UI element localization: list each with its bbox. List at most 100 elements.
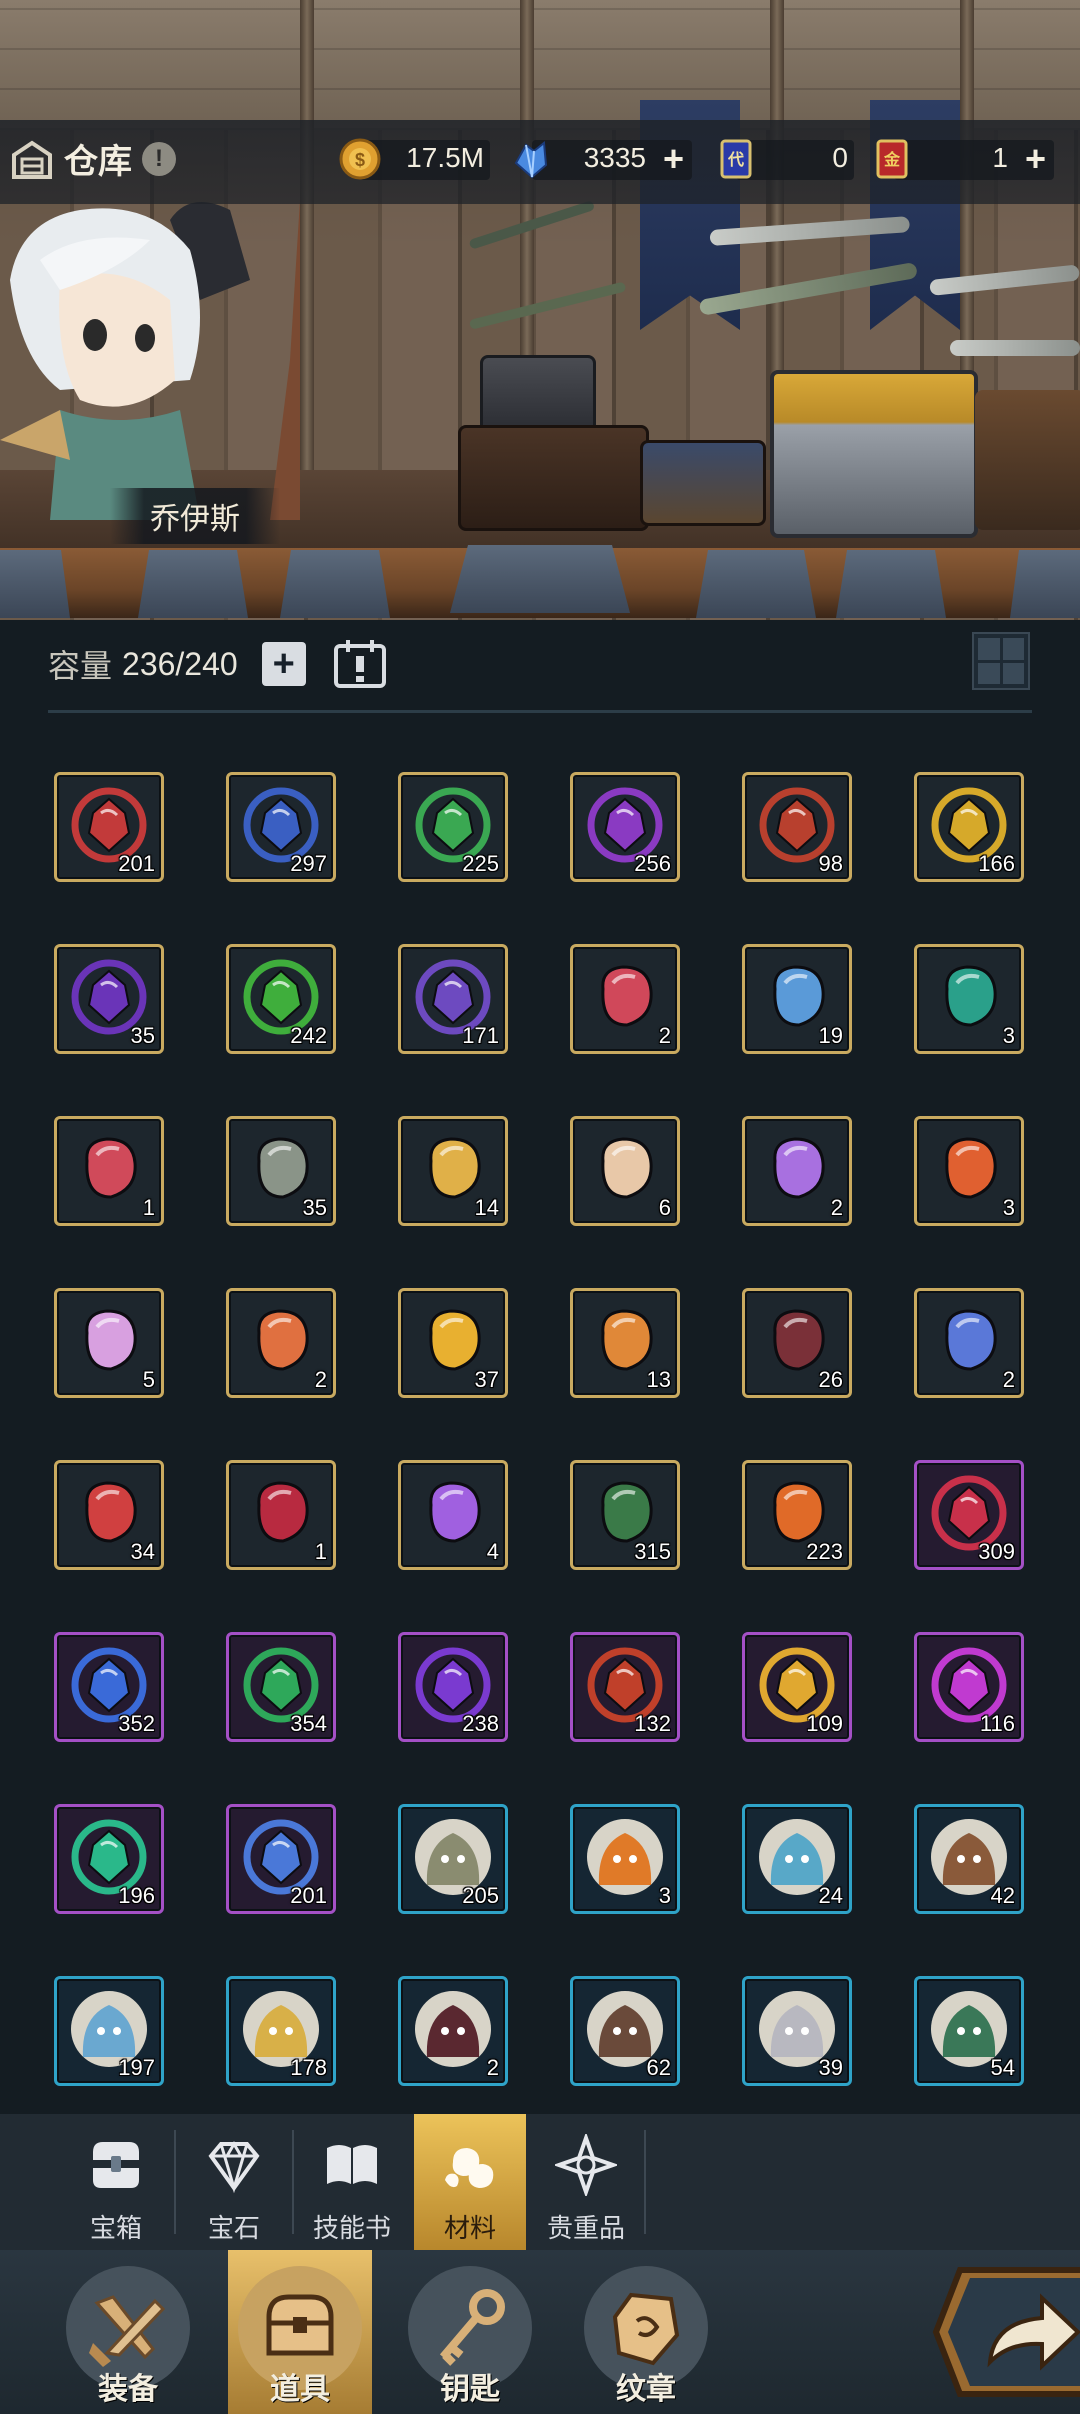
item-count: 297	[290, 851, 327, 876]
item-count: 14	[474, 1195, 499, 1220]
item-count: 166	[978, 851, 1015, 876]
share-arrow-icon[interactable]	[930, 2262, 1080, 2402]
blue-card-icon: 代	[720, 139, 752, 179]
inventory-item[interactable]: 42	[914, 1804, 1024, 1914]
item-count: 35	[302, 1195, 327, 1220]
shelf-bracket	[138, 550, 248, 618]
tab-materials[interactable]: 材料	[414, 2114, 526, 2250]
shelf-bracket	[0, 550, 70, 618]
inventory-item[interactable]: 166	[914, 772, 1024, 882]
inventory-item[interactable]: 2	[914, 1288, 1024, 1398]
inventory-item[interactable]: 34	[54, 1460, 164, 1570]
tab-skill-book[interactable]: 技能书	[296, 2114, 408, 2250]
nav-keys[interactable]: 钥匙	[398, 2250, 542, 2414]
inventory-item[interactable]: 309	[914, 1460, 1024, 1570]
inventory-item[interactable]: 109	[742, 1632, 852, 1742]
item-count: 5	[142, 1367, 155, 1392]
teal-orb-icon	[945, 965, 997, 1027]
inventory-item[interactable]: 39	[742, 1976, 852, 2086]
item-count: 62	[646, 2055, 671, 2080]
inventory-item[interactable]: 201	[54, 772, 164, 882]
inventory-item[interactable]: 24	[742, 1804, 852, 1914]
inventory-item[interactable]: 13	[570, 1288, 680, 1398]
key-icon	[439, 2289, 505, 2366]
inventory-item[interactable]: 315	[570, 1460, 680, 1570]
hero-name-label: 乔伊斯	[110, 488, 280, 544]
tab-gem[interactable]: 宝石	[178, 2114, 290, 2250]
inventory-item[interactable]: 14	[398, 1116, 508, 1226]
inventory-item[interactable]: 3	[914, 1116, 1024, 1226]
tab-skill-book-label: 技能书	[312, 2213, 391, 2243]
inventory-item[interactable]: 352	[54, 1632, 164, 1742]
divider	[48, 710, 1032, 713]
inventory-item[interactable]: 54	[914, 1976, 1024, 2086]
inventory-item[interactable]: 256	[570, 772, 680, 882]
inventory-item[interactable]: 35	[54, 944, 164, 1054]
inventory-item[interactable]: 225	[398, 772, 508, 882]
inventory-item[interactable]: 201	[226, 1804, 336, 1914]
sort-calendar-icon[interactable]	[330, 636, 390, 692]
inventory-item[interactable]: 1	[54, 1116, 164, 1226]
shelf-bracket	[280, 550, 390, 618]
inventory-item[interactable]: 35	[226, 1116, 336, 1226]
expand-capacity-button[interactable]: +	[261, 642, 306, 686]
capacity-label: 容量	[48, 648, 113, 684]
inventory-item[interactable]: 6	[570, 1116, 680, 1226]
item-count: 116	[979, 1711, 1015, 1736]
tab-valuables[interactable]: 贵重品	[530, 2114, 642, 2250]
inventory-item[interactable]: 26	[742, 1288, 852, 1398]
crystal-add-button[interactable]: +	[663, 141, 684, 177]
inventory-item[interactable]: 238	[398, 1632, 508, 1742]
inventory-item[interactable]: 37	[398, 1288, 508, 1398]
inventory-item[interactable]: 171	[398, 944, 508, 1054]
nav-equipment[interactable]: 装备	[56, 2250, 200, 2414]
inventory-item[interactable]: 223	[742, 1460, 852, 1570]
inventory-item[interactable]: 3	[914, 944, 1024, 1054]
shelf-bracket	[450, 545, 630, 613]
item-count: 201	[118, 851, 155, 876]
inventory-item[interactable]: 242	[226, 944, 336, 1054]
item-count: 242	[290, 1023, 327, 1048]
red-demon-mask-icon	[85, 1137, 137, 1199]
item-count: 3	[658, 1883, 671, 1908]
item-count: 2	[658, 1023, 671, 1048]
pink-heart-icon	[85, 1309, 137, 1371]
inventory-item[interactable]: 132	[570, 1632, 680, 1742]
inventory-item[interactable]: 62	[570, 1976, 680, 2086]
inventory-item[interactable]: 196	[54, 1804, 164, 1914]
inventory-item[interactable]: 3	[570, 1804, 680, 1914]
treasure-chest-icon	[770, 370, 978, 538]
page-title: 仓库	[64, 143, 132, 181]
inventory-item[interactable]: 2	[226, 1288, 336, 1398]
item-count: 2	[830, 1195, 843, 1220]
inventory-item[interactable]: 19	[742, 944, 852, 1054]
capacity-row: 容量 236/240 +	[48, 636, 390, 692]
book-icon	[327, 2145, 377, 2184]
wooden-chest-icon	[458, 425, 649, 531]
inventory-item[interactable]: 354	[226, 1632, 336, 1742]
inventory-item[interactable]: 2	[570, 944, 680, 1054]
nav-items[interactable]: 道具	[228, 2250, 372, 2414]
item-count: 109	[806, 1711, 843, 1736]
gold-coin-icon: $	[339, 138, 381, 180]
inventory-item[interactable]: 205	[398, 1804, 508, 1914]
grid-view-toggle[interactable]	[972, 632, 1030, 690]
inventory-item[interactable]: 2	[398, 1976, 508, 2086]
inventory-item[interactable]: 5	[54, 1288, 164, 1398]
valuables-star-icon	[555, 2134, 617, 2196]
inventory-item[interactable]: 297	[226, 772, 336, 882]
info-button[interactable]: !	[142, 141, 176, 176]
gold-ticket-add-button[interactable]: +	[1025, 141, 1046, 177]
item-count: 223	[806, 1539, 843, 1564]
nav-emblems[interactable]: 纹章	[574, 2250, 718, 2414]
inventory-item[interactable]: 1	[226, 1460, 336, 1570]
tab-chest[interactable]: 宝箱	[60, 2114, 172, 2250]
item-count: 26	[818, 1367, 843, 1392]
inventory-item[interactable]: 98	[742, 772, 852, 882]
inventory-item[interactable]: 197	[54, 1976, 164, 2086]
inventory-item[interactable]: 4	[398, 1460, 508, 1570]
dark-dragon-portrait-icon	[415, 1991, 491, 2067]
inventory-item[interactable]: 116	[914, 1632, 1024, 1742]
inventory-item[interactable]: 178	[226, 1976, 336, 2086]
inventory-item[interactable]: 2	[742, 1116, 852, 1226]
